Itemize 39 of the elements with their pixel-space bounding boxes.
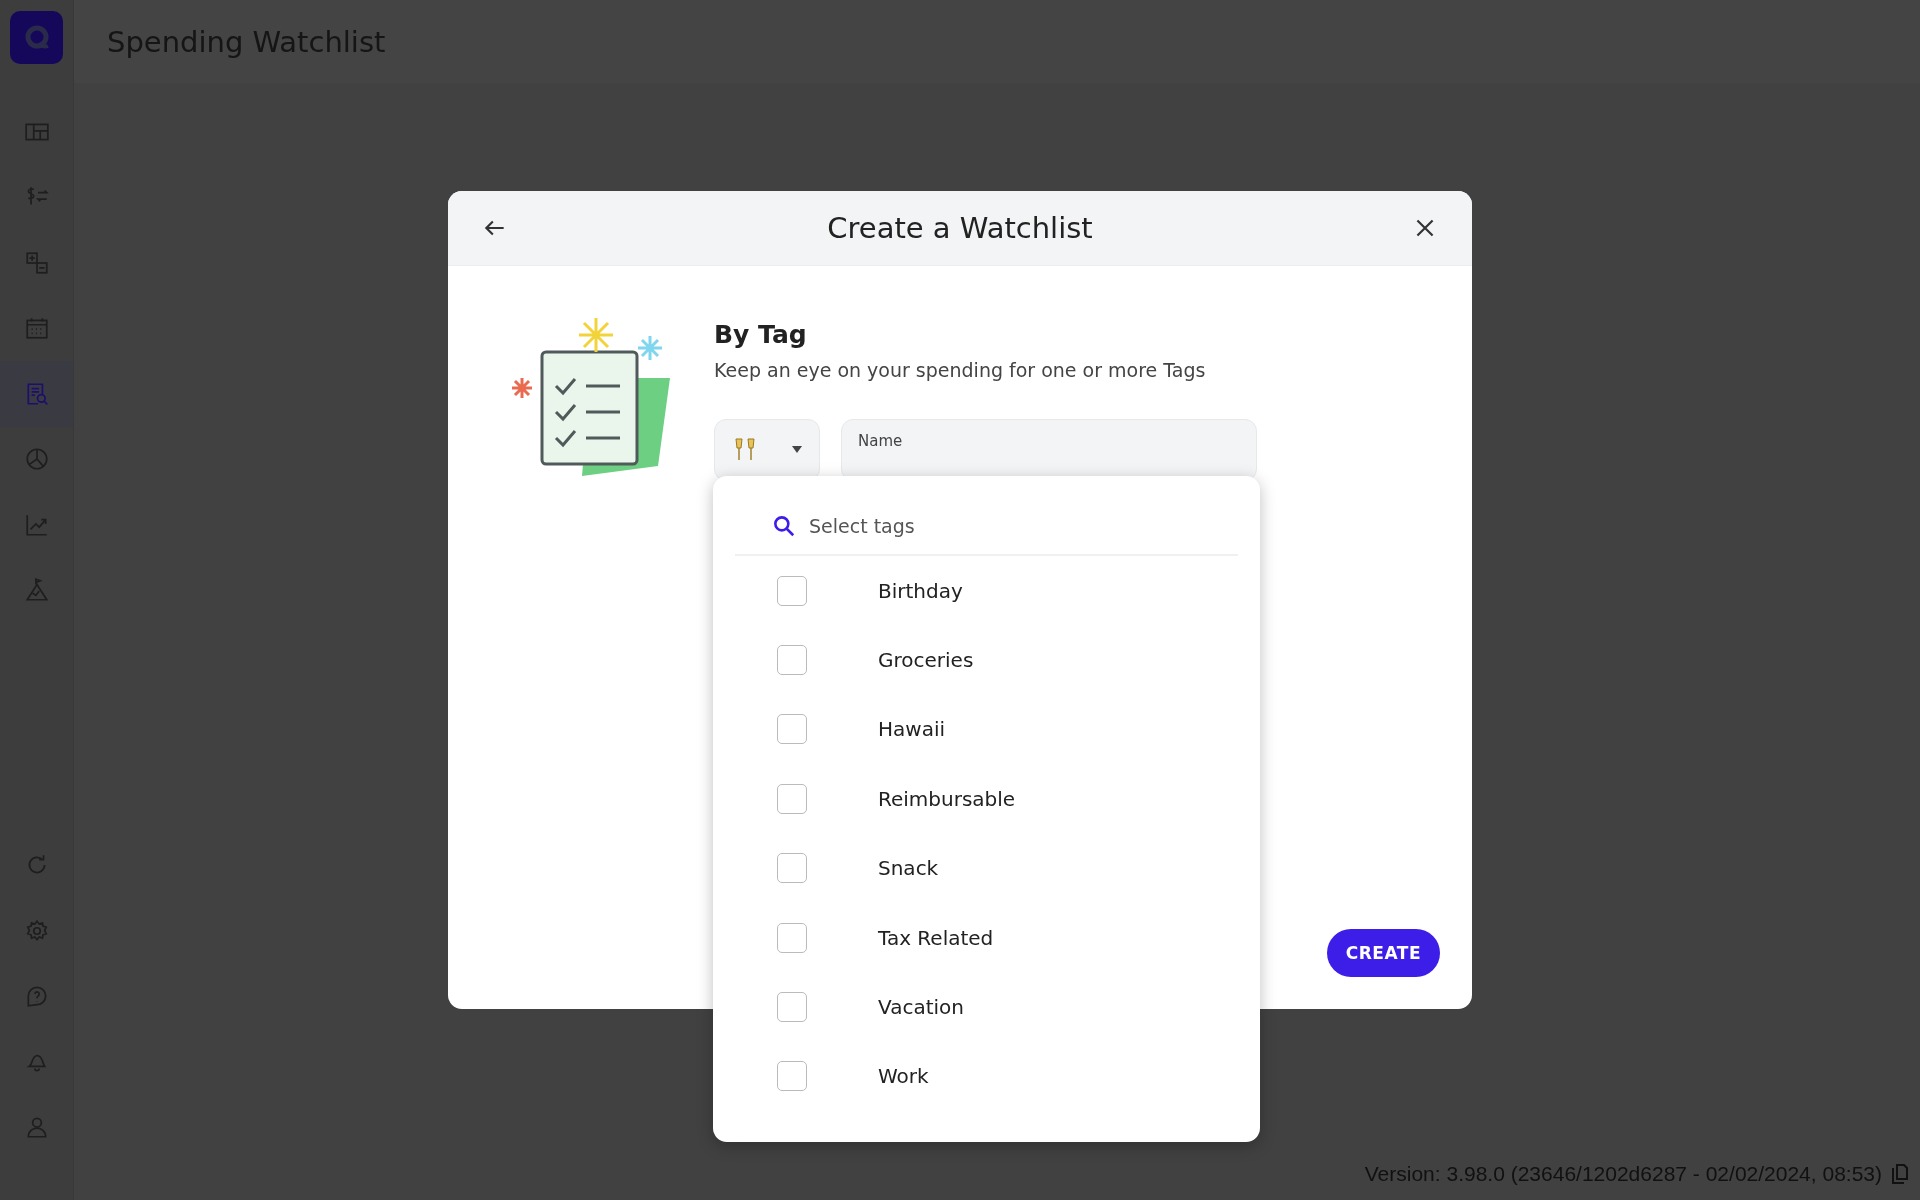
field-label: Name <box>858 432 903 450</box>
copy-icon[interactable] <box>1890 1163 1910 1185</box>
tag-option[interactable]: Reimbursable <box>735 764 1238 834</box>
tag-option[interactable]: Groceries <box>735 625 1238 695</box>
checkbox[interactable] <box>777 575 807 606</box>
tag-option[interactable]: Vacation <box>735 972 1238 1042</box>
dialog-title: Create a Watchlist <box>827 211 1093 245</box>
section-description: Keep an eye on your spending for one or more Tags <box>714 359 1207 381</box>
tag-label: Work <box>878 1064 929 1089</box>
checkbox[interactable] <box>777 853 807 884</box>
checkbox[interactable] <box>777 783 807 814</box>
checkbox[interactable] <box>777 1061 807 1092</box>
plus-minus-icon <box>23 249 50 276</box>
caret-icon <box>791 446 802 454</box>
tag-option[interactable]: Tax Related <box>735 902 1238 973</box>
app-logo[interactable] <box>10 11 63 64</box>
tag-label: Tax Related <box>878 925 994 950</box>
tag-label: Snack <box>878 856 939 881</box>
tag-label: Hawaii <box>878 717 946 742</box>
section-heading: By Tag <box>714 320 808 349</box>
watchlist-nav-item[interactable] <box>0 361 73 427</box>
calendar-icon <box>23 315 50 342</box>
checkbox[interactable] <box>777 992 807 1023</box>
tag-option[interactable]: Hawaii <box>735 694 1238 765</box>
tag-option[interactable]: Birthday <box>735 556 1238 626</box>
tag-label: Vacation <box>878 995 964 1020</box>
tag-label: Groceries <box>878 648 974 673</box>
glasses-icon <box>732 437 757 463</box>
checkbox[interactable] <box>777 714 807 745</box>
pie-chart-icon <box>23 446 50 473</box>
mountain-flag-icon <box>23 577 50 604</box>
checkbox[interactable] <box>777 922 807 953</box>
tag-label: Birthday <box>878 578 963 603</box>
tag-option[interactable]: Work <box>735 1041 1238 1112</box>
tag-label: Reimbursable <box>878 786 1016 811</box>
create-button[interactable]: CREATE <box>1326 929 1440 977</box>
tag-option[interactable]: Snack <box>735 833 1238 903</box>
checkbox[interactable] <box>777 645 807 676</box>
search-icon <box>771 513 797 539</box>
